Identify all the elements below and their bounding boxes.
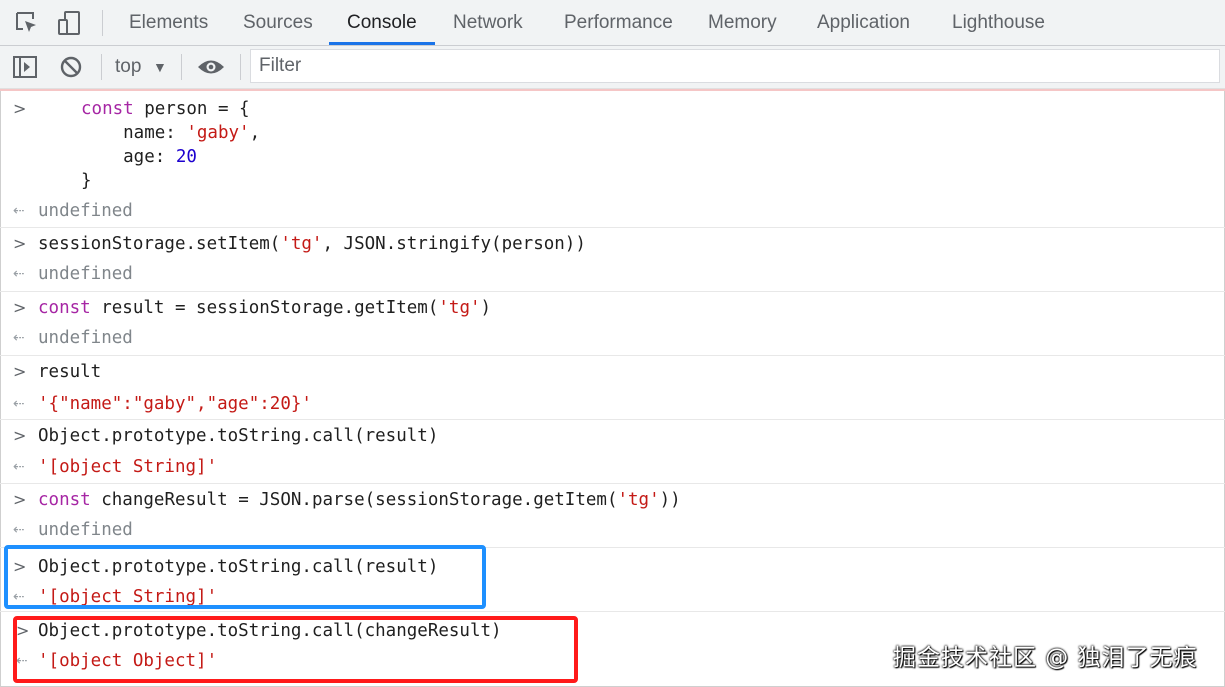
tab-separator — [102, 10, 103, 36]
tab-memory[interactable]: Memory — [708, 0, 777, 45]
console-entry: > Object.prototype.toString.call(changeR… — [0, 611, 1225, 671]
filter-input[interactable] — [251, 50, 1219, 82]
console-entry: > Object.prototype.toString.call(result)… — [0, 419, 1225, 477]
code-line: result — [38, 362, 102, 382]
console-toolbar: top ▼ — [0, 46, 1225, 89]
tab-application[interactable]: Application — [817, 0, 910, 45]
show-sidebar-icon[interactable] — [12, 55, 38, 79]
code-line: name: 'gaby', — [81, 123, 261, 143]
code-line: } — [81, 171, 92, 191]
return-value: '{"name":"gaby","age":20}' — [38, 394, 312, 414]
code-line: age: 20 — [81, 147, 197, 167]
input-prompt-icon: > — [13, 99, 27, 118]
code-line: sessionStorage.setItem('tg', JSON.string… — [38, 234, 586, 254]
return-arrow-icon: ⇠ — [13, 266, 25, 282]
return-arrow-icon: ⇠ — [13, 459, 25, 475]
tab-console[interactable]: Console — [347, 0, 417, 45]
return-value: undefined — [38, 264, 133, 284]
console-entry: > sessionStorage.setItem('tg', JSON.stri… — [0, 227, 1225, 284]
console-entry: > const result = sessionStorage.getItem(… — [0, 291, 1225, 348]
return-value: undefined — [38, 328, 133, 348]
console-entry: > const changeResult = JSON.parse(sessio… — [0, 483, 1225, 540]
active-tab-indicator — [329, 42, 435, 45]
red-highlight-box — [13, 616, 578, 683]
blue-highlight-box — [4, 545, 486, 609]
input-prompt-icon: > — [13, 362, 27, 381]
return-arrow-icon: ⇠ — [13, 396, 25, 412]
inspect-element-icon[interactable] — [14, 10, 40, 36]
toolbar-separator — [101, 54, 102, 80]
toolbar-separator — [240, 54, 241, 80]
tab-network[interactable]: Network — [453, 0, 523, 45]
context-dropdown-icon[interactable]: ▼ — [153, 46, 167, 88]
input-prompt-icon: > — [13, 490, 27, 509]
console-entry: > result ⇠ '{"name":"gaby","age":20}' — [0, 355, 1225, 414]
code-line: Object.prototype.toString.call(result) — [38, 426, 439, 446]
code-line: const person = { — [81, 99, 250, 119]
return-value: undefined — [38, 520, 133, 540]
tab-lighthouse[interactable]: Lighthouse — [952, 0, 1045, 45]
input-prompt-icon: > — [13, 298, 27, 317]
tab-elements[interactable]: Elements — [129, 0, 208, 45]
return-value: undefined — [38, 201, 133, 221]
devtools-tab-bar: Elements Sources Console Network Perform… — [0, 0, 1225, 46]
code-line: const result = sessionStorage.getItem('t… — [38, 298, 492, 318]
watermark: 掘金技术社区 @ 独泪了无痕 — [893, 645, 1198, 671]
tab-sources[interactable]: Sources — [243, 0, 313, 45]
input-prompt-icon: > — [13, 426, 27, 445]
console-top-border — [0, 89, 1225, 91]
filter-box[interactable] — [250, 49, 1220, 83]
return-arrow-icon: ⇠ — [13, 203, 25, 219]
input-prompt-icon: > — [13, 234, 27, 253]
clear-console-icon[interactable] — [59, 55, 83, 79]
toolbar-separator — [181, 54, 182, 80]
tab-performance[interactable]: Performance — [564, 0, 673, 45]
context-selector-label[interactable]: top — [115, 46, 141, 88]
return-arrow-icon: ⇠ — [13, 330, 25, 346]
live-expression-eye-icon[interactable] — [197, 58, 225, 76]
device-toolbar-icon[interactable] — [56, 10, 82, 36]
code-line: const changeResult = JSON.parse(sessionS… — [38, 490, 681, 510]
return-arrow-icon: ⇠ — [13, 522, 25, 538]
return-value: '[object String]' — [38, 457, 218, 477]
